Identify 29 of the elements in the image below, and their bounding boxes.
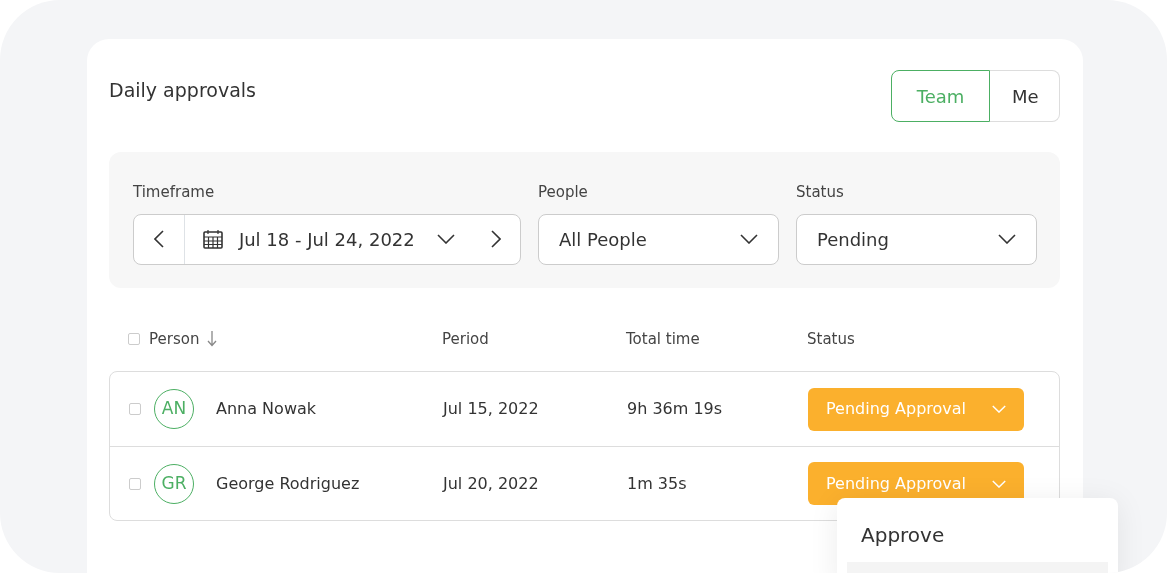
column-header[interactable]: Status bbox=[807, 327, 855, 351]
chevron-left-icon bbox=[153, 230, 164, 248]
chevron-down-icon bbox=[992, 479, 1006, 488]
chevron-down-icon bbox=[998, 234, 1016, 244]
people-dropdown[interactable]: All People bbox=[538, 213, 779, 265]
chevron-down-icon bbox=[992, 405, 1006, 413]
row-checkbox[interactable] bbox=[129, 403, 141, 415]
column-header[interactable]: Total time bbox=[626, 327, 700, 351]
calendar-icon bbox=[202, 229, 223, 249]
column-header[interactable]: Person bbox=[149, 327, 218, 351]
view-toggle-tab[interactable]: Me bbox=[990, 70, 1060, 122]
filter-label: Timeframe bbox=[133, 182, 215, 203]
chevron-down-icon bbox=[740, 234, 758, 244]
table-cell-text: Jul 20, 2022 bbox=[443, 472, 540, 495]
column-header[interactable]: Period bbox=[442, 327, 489, 351]
select-all-checkbox[interactable] bbox=[128, 333, 140, 345]
person-name: Anna Nowak bbox=[216, 398, 318, 420]
table-cell-text: Jul 15, 2022 bbox=[443, 398, 540, 420]
table-cell-text: 9h 36m 19s bbox=[627, 398, 724, 420]
person-name: George Rodriguez bbox=[216, 472, 361, 495]
status-dropdown[interactable]: Pending bbox=[796, 213, 1037, 265]
chevron-right-icon bbox=[490, 230, 501, 248]
chevron-down-icon bbox=[437, 234, 456, 244]
filter-label: People bbox=[538, 182, 588, 203]
row-checkbox[interactable] bbox=[129, 477, 141, 490]
table-cell-text: 1m 35s bbox=[627, 472, 688, 495]
filter-label: Status bbox=[796, 182, 844, 203]
card-title: Daily approvals bbox=[109, 78, 256, 102]
sort-down-arrow-icon bbox=[207, 331, 218, 347]
